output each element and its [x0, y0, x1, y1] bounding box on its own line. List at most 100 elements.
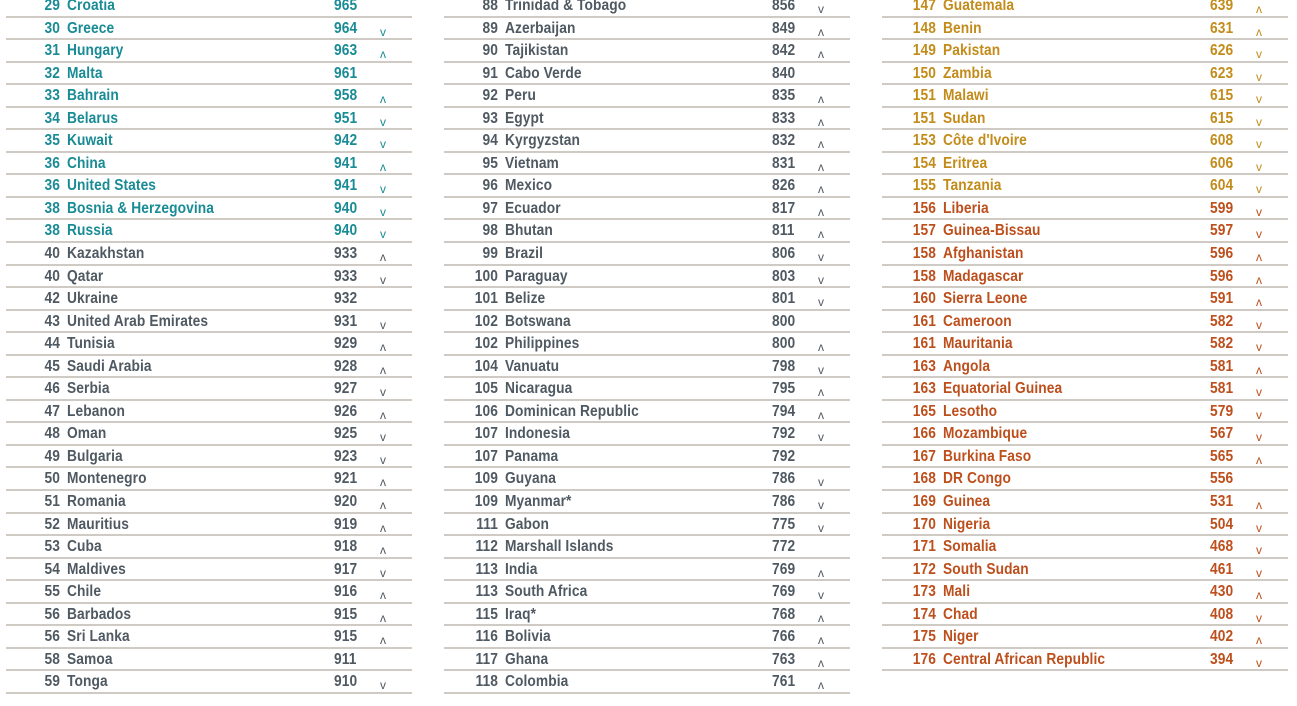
score-value: 768: [772, 605, 796, 623]
score-value: 531: [1210, 493, 1234, 511]
trend-up-icon: ʌ: [1256, 295, 1263, 310]
ranking-row: 100 Paraguay 803 v: [444, 266, 850, 289]
country-name: Mali: [943, 583, 971, 601]
country-name: Bulgaria: [67, 447, 123, 465]
country-name: Azerbaijan: [505, 19, 576, 37]
score-value: 932: [334, 290, 358, 308]
country-name: South Africa: [505, 583, 588, 601]
score-value: 929: [334, 335, 358, 353]
country-name: Ghana: [505, 650, 549, 668]
ranking-row: 96 Mexico 826 ʌ: [444, 175, 850, 198]
score-value: 786: [772, 493, 796, 511]
score-value: 942: [334, 132, 358, 150]
country-name: Serbia: [67, 380, 110, 398]
trend-up-icon: ʌ: [1256, 633, 1263, 648]
ranking-row: 47 Lebanon 926 ʌ: [6, 401, 412, 424]
rank-number: 174: [912, 605, 936, 623]
rank-number: 54: [44, 560, 60, 578]
score-value: 933: [334, 267, 358, 285]
country-name: Côte d'Ivoire: [943, 132, 1027, 150]
trend-up-icon: ʌ: [1256, 498, 1263, 513]
rank-number: 99: [482, 245, 498, 263]
ranking-row: 36 United States 941 v: [6, 175, 412, 198]
score-value: 921: [334, 470, 358, 488]
ranking-column-2: 88 Trinidad & Tobago 856 v 89 Azerbaijan 849 ʌ 9…: [444, 0, 850, 694]
trend-down-icon: v: [1256, 655, 1263, 670]
score-value: 597: [1210, 222, 1234, 240]
rank-number: 45: [44, 357, 60, 375]
trend-up-icon: ʌ: [380, 610, 387, 625]
trend-up-icon: ʌ: [1256, 588, 1263, 603]
rank-number: 151: [912, 87, 936, 105]
rank-number: 59: [44, 673, 60, 691]
trend-down-icon: v: [818, 430, 825, 445]
score-value: 920: [334, 493, 358, 511]
rank-number: 55: [44, 583, 60, 601]
country-name: Eritrea: [943, 154, 988, 172]
trend-up-icon: ʌ: [818, 137, 825, 152]
rank-number: 171: [912, 538, 936, 556]
trend-down-icon: v: [1256, 204, 1263, 219]
trend-down-icon: v: [380, 182, 387, 197]
score-value: 581: [1210, 357, 1234, 375]
ranking-row: 151 Sudan 615 v: [882, 108, 1288, 131]
score-value: 769: [772, 583, 796, 601]
trend-down-icon: v: [818, 250, 825, 265]
score-value: 923: [334, 447, 358, 465]
ranking-row: 151 Malawi 615 v: [882, 85, 1288, 108]
ranking-row: 170 Nigeria 504 v: [882, 514, 1288, 537]
score-value: 504: [1210, 515, 1234, 533]
country-name: Madagascar: [943, 267, 1024, 285]
score-value: 964: [334, 19, 358, 37]
rank-number: 116: [475, 628, 498, 646]
rank-number: 161: [912, 335, 936, 353]
trend-up-icon: ʌ: [1256, 250, 1263, 265]
trend-up-icon: ʌ: [818, 407, 825, 422]
country-name: Marshall Islands: [505, 538, 614, 556]
score-value: 965: [334, 0, 358, 14]
score-value: 833: [772, 109, 796, 127]
score-value: 941: [334, 154, 358, 172]
ranking-row: 106 Dominican Republic 794 ʌ: [444, 401, 850, 424]
rank-number: 156: [912, 199, 936, 217]
country-name: Kyrgyzstan: [505, 132, 581, 150]
trend-up-icon: ʌ: [380, 633, 387, 648]
country-name: Benin: [943, 19, 982, 37]
ranking-row: 89 Azerbaijan 849 ʌ: [444, 18, 850, 41]
trend-up-icon: ʌ: [380, 362, 387, 377]
score-value: 763: [772, 650, 796, 668]
score-value: 826: [772, 177, 796, 195]
ranking-row: 156 Liberia 599 v: [882, 198, 1288, 221]
score-value: 856: [772, 0, 796, 14]
rank-number: 163: [912, 380, 936, 398]
trend-down-icon: v: [1256, 340, 1263, 355]
trend-up-icon: ʌ: [818, 655, 825, 670]
rank-number: 89: [482, 19, 498, 37]
rank-number: 38: [44, 222, 60, 240]
trend-down-icon: v: [818, 588, 825, 603]
trend-up-icon: ʌ: [380, 520, 387, 535]
score-value: 915: [334, 605, 358, 623]
score-value: 963: [334, 42, 358, 60]
rank-number: 173: [912, 583, 936, 601]
trend-up-icon: ʌ: [818, 340, 825, 355]
score-value: 940: [334, 199, 358, 217]
trend-down-icon: v: [818, 520, 825, 535]
score-value: 604: [1210, 177, 1234, 195]
country-name: Maldives: [67, 560, 126, 578]
country-name: Egypt: [505, 109, 544, 127]
score-value: 951: [334, 109, 358, 127]
ranking-row: 115 Iraq* 768 ʌ: [444, 604, 850, 627]
ranking-row: 93 Egypt 833 ʌ: [444, 108, 850, 131]
country-name: Russia: [67, 222, 113, 240]
trend-up-icon: ʌ: [818, 385, 825, 400]
country-name: Belize: [505, 290, 546, 308]
score-value: 761: [772, 673, 796, 691]
ranking-row: 166 Mozambique 567 v: [882, 423, 1288, 446]
country-name: Malawi: [943, 87, 989, 105]
score-value: 615: [1210, 87, 1234, 105]
country-name: Lesotho: [943, 402, 998, 420]
country-name: Indonesia: [505, 425, 571, 443]
ranking-row: 35 Kuwait 942 v: [6, 130, 412, 153]
trend-down-icon: v: [818, 362, 825, 377]
